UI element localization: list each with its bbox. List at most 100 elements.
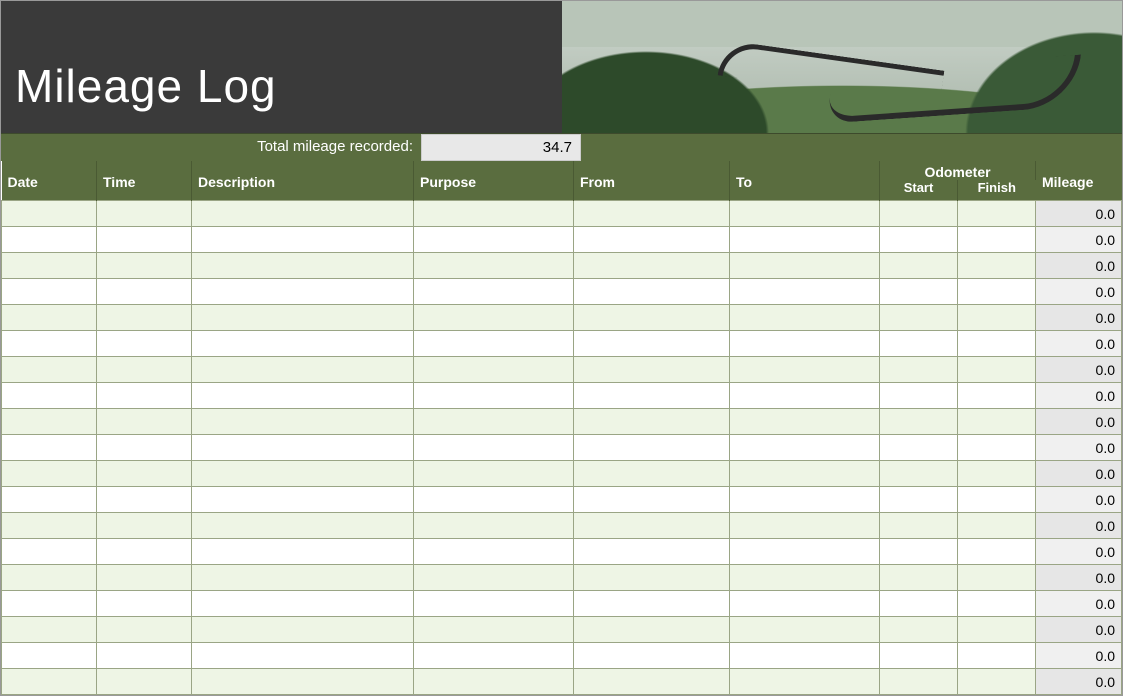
cell-to[interactable] (730, 617, 880, 643)
cell-odometer-finish[interactable] (958, 201, 1036, 227)
cell-purpose[interactable] (414, 487, 574, 513)
cell-odometer-finish[interactable] (958, 279, 1036, 305)
cell-time[interactable] (97, 617, 192, 643)
cell-odometer-start[interactable] (880, 461, 958, 487)
cell-time[interactable] (97, 357, 192, 383)
cell-purpose[interactable] (414, 643, 574, 669)
cell-to[interactable] (730, 331, 880, 357)
cell-purpose[interactable] (414, 383, 574, 409)
cell-from[interactable] (574, 201, 730, 227)
cell-to[interactable] (730, 565, 880, 591)
cell-time[interactable] (97, 383, 192, 409)
cell-odometer-start[interactable] (880, 669, 958, 695)
cell-to[interactable] (730, 591, 880, 617)
cell-to[interactable] (730, 669, 880, 695)
cell-description[interactable] (192, 409, 414, 435)
total-value[interactable]: 34.7 (421, 134, 581, 161)
cell-odometer-finish[interactable] (958, 305, 1036, 331)
cell-odometer-start[interactable] (880, 383, 958, 409)
cell-date[interactable] (2, 357, 97, 383)
cell-to[interactable] (730, 409, 880, 435)
cell-purpose[interactable] (414, 669, 574, 695)
cell-to[interactable] (730, 305, 880, 331)
cell-to[interactable] (730, 513, 880, 539)
cell-date[interactable] (2, 305, 97, 331)
cell-date[interactable] (2, 565, 97, 591)
cell-odometer-finish[interactable] (958, 617, 1036, 643)
cell-odometer-finish[interactable] (958, 409, 1036, 435)
cell-time[interactable] (97, 409, 192, 435)
cell-purpose[interactable] (414, 357, 574, 383)
cell-from[interactable] (574, 669, 730, 695)
cell-odometer-finish[interactable] (958, 643, 1036, 669)
cell-time[interactable] (97, 461, 192, 487)
cell-date[interactable] (2, 539, 97, 565)
cell-from[interactable] (574, 591, 730, 617)
cell-purpose[interactable] (414, 591, 574, 617)
cell-to[interactable] (730, 383, 880, 409)
cell-from[interactable] (574, 513, 730, 539)
cell-description[interactable] (192, 331, 414, 357)
cell-date[interactable] (2, 201, 97, 227)
cell-purpose[interactable] (414, 227, 574, 253)
cell-description[interactable] (192, 305, 414, 331)
cell-to[interactable] (730, 357, 880, 383)
cell-purpose[interactable] (414, 201, 574, 227)
cell-from[interactable] (574, 383, 730, 409)
cell-description[interactable] (192, 253, 414, 279)
cell-date[interactable] (2, 331, 97, 357)
cell-date[interactable] (2, 591, 97, 617)
cell-purpose[interactable] (414, 305, 574, 331)
cell-odometer-start[interactable] (880, 591, 958, 617)
cell-date[interactable] (2, 513, 97, 539)
cell-odometer-start[interactable] (880, 253, 958, 279)
cell-time[interactable] (97, 253, 192, 279)
cell-time[interactable] (97, 591, 192, 617)
cell-time[interactable] (97, 643, 192, 669)
cell-time[interactable] (97, 227, 192, 253)
cell-odometer-finish[interactable] (958, 383, 1036, 409)
cell-odometer-finish[interactable] (958, 227, 1036, 253)
cell-odometer-start[interactable] (880, 409, 958, 435)
cell-to[interactable] (730, 279, 880, 305)
cell-from[interactable] (574, 435, 730, 461)
cell-purpose[interactable] (414, 461, 574, 487)
cell-to[interactable] (730, 487, 880, 513)
cell-to[interactable] (730, 227, 880, 253)
cell-from[interactable] (574, 227, 730, 253)
cell-date[interactable] (2, 669, 97, 695)
cell-date[interactable] (2, 643, 97, 669)
cell-to[interactable] (730, 253, 880, 279)
cell-odometer-finish[interactable] (958, 331, 1036, 357)
cell-date[interactable] (2, 227, 97, 253)
cell-from[interactable] (574, 331, 730, 357)
cell-date[interactable] (2, 461, 97, 487)
cell-time[interactable] (97, 305, 192, 331)
cell-odometer-start[interactable] (880, 305, 958, 331)
cell-description[interactable] (192, 565, 414, 591)
cell-odometer-start[interactable] (880, 617, 958, 643)
cell-time[interactable] (97, 279, 192, 305)
cell-description[interactable] (192, 461, 414, 487)
cell-time[interactable] (97, 331, 192, 357)
cell-odometer-finish[interactable] (958, 669, 1036, 695)
cell-odometer-start[interactable] (880, 331, 958, 357)
cell-description[interactable] (192, 669, 414, 695)
cell-odometer-start[interactable] (880, 539, 958, 565)
cell-odometer-finish[interactable] (958, 591, 1036, 617)
cell-time[interactable] (97, 435, 192, 461)
cell-odometer-finish[interactable] (958, 461, 1036, 487)
cell-odometer-start[interactable] (880, 435, 958, 461)
cell-purpose[interactable] (414, 409, 574, 435)
cell-from[interactable] (574, 409, 730, 435)
cell-odometer-start[interactable] (880, 279, 958, 305)
cell-time[interactable] (97, 539, 192, 565)
cell-odometer-finish[interactable] (958, 435, 1036, 461)
cell-description[interactable] (192, 227, 414, 253)
cell-time[interactable] (97, 669, 192, 695)
cell-odometer-finish[interactable] (958, 357, 1036, 383)
cell-description[interactable] (192, 617, 414, 643)
cell-to[interactable] (730, 201, 880, 227)
cell-time[interactable] (97, 487, 192, 513)
cell-date[interactable] (2, 383, 97, 409)
